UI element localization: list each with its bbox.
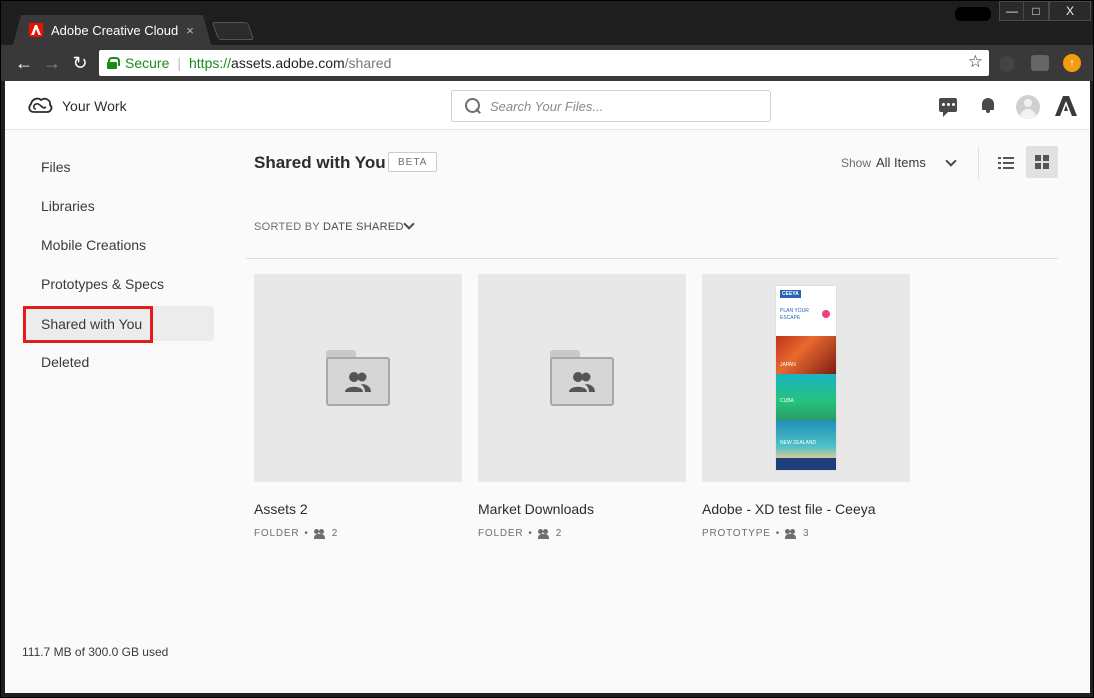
annotation-highlight-box xyxy=(23,306,153,343)
shared-count: 2 xyxy=(331,528,339,539)
shared-count: 3 xyxy=(803,528,810,539)
shared-item-card[interactable]: Market Downloads FOLDER • 2 xyxy=(478,274,686,539)
url-path: /shared xyxy=(344,55,392,71)
prototype-image-new-zealand: NEW ZEALAND xyxy=(776,420,836,458)
secure-label: Secure xyxy=(125,55,170,71)
avatar[interactable] xyxy=(1016,95,1040,119)
sidebar-item-libraries[interactable]: Libraries xyxy=(25,188,214,223)
card-name[interactable]: Assets 2 xyxy=(254,501,462,517)
maximize-button[interactable]: □ xyxy=(1023,1,1049,21)
prototype-label: JAPAN xyxy=(780,362,796,368)
item-type: PROTOTYPE xyxy=(702,528,771,539)
page-title: Shared with You xyxy=(254,153,386,172)
sorted-by-label: SORTED BY xyxy=(254,221,321,233)
tab-title: Adobe Creative Cloud xyxy=(51,22,179,38)
app-header: Your Work Search Your Files... xyxy=(5,81,1090,130)
show-filter-value[interactable]: All Items xyxy=(876,155,926,170)
search-icon xyxy=(464,97,482,115)
sort-value[interactable]: DATE SHARED xyxy=(323,221,404,233)
shared-folder-icon xyxy=(550,350,614,406)
prototype-label: CUBA xyxy=(780,398,794,404)
sidebar-item-prototypes-specs[interactable]: Prototypes & Specs xyxy=(25,266,214,301)
chevron-down-icon[interactable] xyxy=(945,155,957,167)
adobe-logo-icon[interactable] xyxy=(1055,96,1077,116)
browser-tab[interactable]: Adobe Creative Cloud × xyxy=(13,15,211,45)
bell-icon[interactable] xyxy=(981,97,995,113)
url-host: assets.adobe.com xyxy=(231,55,345,71)
prototype-badge xyxy=(822,310,830,318)
people-icon xyxy=(313,528,326,539)
browser-window: Adobe Creative Cloud × — □ X ← → ↻ Secur… xyxy=(0,0,1094,698)
card-meta: FOLDER • 2 xyxy=(478,528,686,539)
back-arrow-icon[interactable]: ← xyxy=(13,51,35,75)
people-icon xyxy=(537,528,550,539)
forward-arrow-icon[interactable]: → xyxy=(41,51,63,75)
extension-icon[interactable] xyxy=(999,56,1015,72)
app-title[interactable]: Your Work xyxy=(62,98,127,114)
main-content: Shared with You BETA Show All Items SORT… xyxy=(246,130,1064,693)
card-thumbnail[interactable]: CEEYA PLAN YOUR ESCAPE JAPAN CUBA NEW ZE… xyxy=(702,274,910,482)
close-window-button[interactable]: X xyxy=(1049,1,1091,21)
card-meta: PROTOTYPE • 3 xyxy=(702,528,910,539)
beta-badge: BETA xyxy=(388,152,438,172)
prototype-footer xyxy=(776,458,836,470)
new-tab-button[interactable] xyxy=(211,22,255,40)
update-icon[interactable]: ↑ xyxy=(1063,54,1081,72)
bookmark-star-icon[interactable]: ☆ xyxy=(968,52,983,72)
storage-usage: 111.7 MB of 300.0 GB used xyxy=(22,645,169,659)
reload-icon[interactable]: ↻ xyxy=(69,51,91,75)
sort-chevron-down-icon[interactable] xyxy=(403,218,415,230)
shared-folder-icon xyxy=(326,350,390,406)
prototype-image-cuba: CUBA xyxy=(776,374,836,420)
divider xyxy=(246,258,1058,259)
chat-icon[interactable] xyxy=(939,98,957,117)
card-name[interactable]: Market Downloads xyxy=(478,501,686,517)
browser-titlebar: Adobe Creative Cloud × — □ X xyxy=(1,1,1093,45)
adobe-favicon-icon xyxy=(29,23,43,37)
shared-count: 2 xyxy=(555,528,563,539)
browser-toolbar: ← → ↻ Secure | https:// assets.adobe.com… xyxy=(1,45,1093,81)
meta-separator: • xyxy=(528,528,533,539)
card-meta: FOLDER • 2 xyxy=(254,528,462,539)
list-view-button[interactable] xyxy=(991,148,1021,178)
shared-item-card[interactable]: CEEYA PLAN YOUR ESCAPE JAPAN CUBA NEW ZE… xyxy=(702,274,910,539)
profile-badge[interactable] xyxy=(955,7,991,21)
item-type: FOLDER xyxy=(254,528,300,539)
creative-cloud-logo-icon[interactable] xyxy=(27,94,53,116)
search-input[interactable]: Search Your Files... xyxy=(451,90,771,122)
list-view-icon xyxy=(998,156,1014,170)
item-type: FOLDER xyxy=(478,528,524,539)
url-separator: | xyxy=(177,55,181,71)
prototype-preview-image: CEEYA PLAN YOUR ESCAPE JAPAN CUBA NEW ZE… xyxy=(776,286,836,470)
lock-icon xyxy=(107,57,120,69)
page-content: Your Work Search Your Files... Files Lib… xyxy=(5,81,1090,693)
divider xyxy=(978,147,979,179)
meta-separator: • xyxy=(775,528,781,539)
sidebar: Files Libraries Mobile Creations Prototy… xyxy=(5,130,217,693)
grid-view-button[interactable] xyxy=(1026,146,1058,178)
extension-pocket-icon[interactable] xyxy=(1031,55,1049,71)
sidebar-item-deleted[interactable]: Deleted xyxy=(25,344,214,379)
card-thumbnail[interactable] xyxy=(254,274,462,482)
prototype-image-japan: JAPAN xyxy=(776,336,836,374)
tab-close-icon[interactable]: × xyxy=(179,23,201,38)
prototype-brand: CEEYA xyxy=(780,290,801,298)
url-protocol: https:// xyxy=(189,55,232,71)
search-placeholder: Search Your Files... xyxy=(490,98,604,114)
prototype-label: NEW ZEALAND xyxy=(780,440,817,446)
address-bar[interactable]: Secure | https:// assets.adobe.com /shar… xyxy=(99,50,989,76)
sidebar-item-files[interactable]: Files xyxy=(25,149,214,184)
shared-item-card[interactable]: Assets 2 FOLDER • 2 xyxy=(254,274,462,539)
meta-separator: • xyxy=(304,528,309,539)
grid-view-icon xyxy=(1035,155,1049,169)
show-label: Show xyxy=(841,156,872,170)
card-thumbnail[interactable] xyxy=(478,274,686,482)
sidebar-item-mobile-creations[interactable]: Mobile Creations xyxy=(25,227,214,262)
people-icon xyxy=(785,528,797,539)
minimize-button[interactable]: — xyxy=(999,1,1025,21)
card-name[interactable]: Adobe - XD test file - Ceeya xyxy=(702,501,910,517)
